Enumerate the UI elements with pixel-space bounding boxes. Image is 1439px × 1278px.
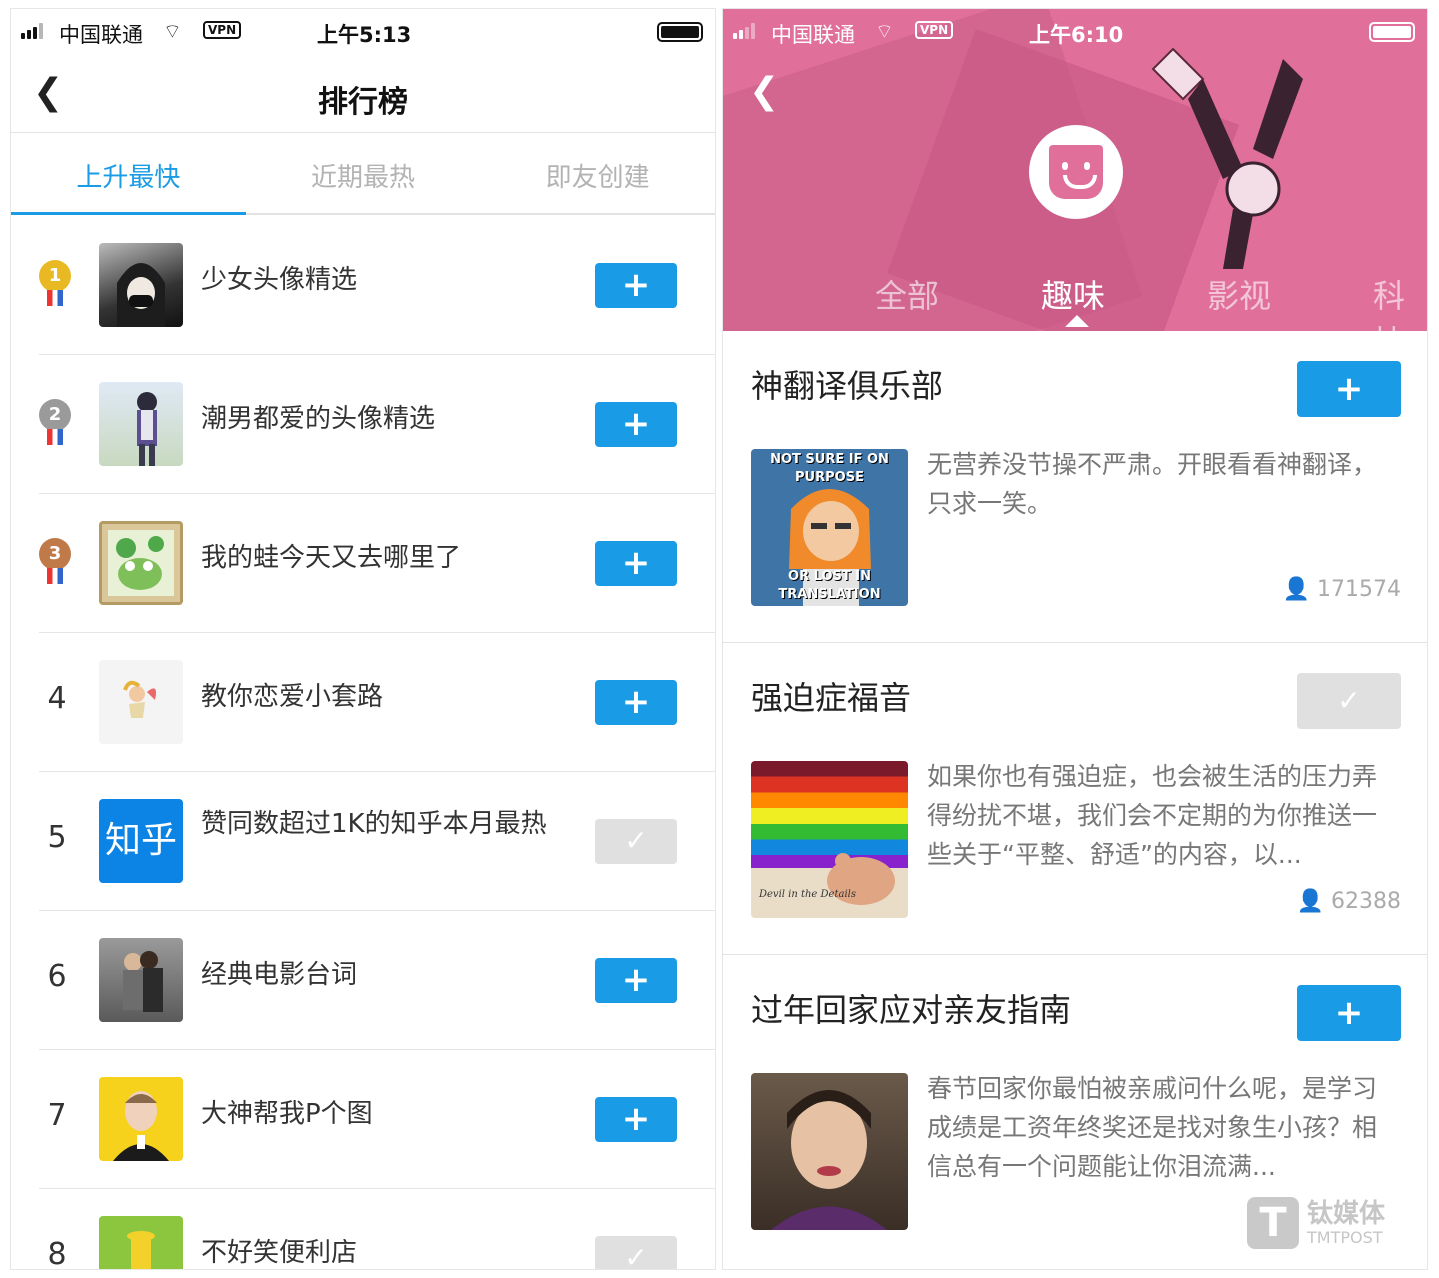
subscribe-button[interactable]: + [595,402,677,447]
subscribe-button[interactable]: + [1297,985,1401,1041]
carrier-label: 中国联通 [771,23,855,47]
vpn-badge: VPN [203,21,242,39]
subscribed-button[interactable]: ✓ [1297,673,1401,729]
watermark: T 钛媒体 TMTPOST [1247,1197,1385,1249]
list-item-title: 经典电影台词 [201,960,358,990]
clock: 上午6:10 [1029,23,1124,47]
avatar [99,382,183,466]
status-bar: 中国联通 ⌔ VPN 上午6:10 [723,9,1427,55]
nav-bar: ❮ 排行榜 [11,55,715,133]
tab-hot[interactable]: 近期最热 [246,133,481,213]
tab-all[interactable]: 全部 [875,271,939,317]
avatar: 知乎 [99,799,183,883]
rank-number: 5 [47,820,67,855]
club-title: 神翻译俱乐部 [751,367,944,405]
club-description: 如果你也有强迫症，也会被生活的压力弄得纷扰不堪，我们会不定期的为你推送一些关于“… [927,762,1378,869]
vpn-badge: VPN [915,21,954,39]
avatar [99,243,183,327]
avatar [99,1216,183,1269]
tab-tech[interactable]: 科技 [1373,271,1427,331]
tmtpost-logo-icon: T [1247,1197,1299,1249]
rank-number: 8 [47,1237,67,1270]
list-item[interactable]: 7 大神帮我P个图 + [39,1050,715,1189]
ranking-list: 1 少女头像精选 + 2 潮男都爱的头像精选 + 3 我的蛙今天又去哪里了 + … [11,216,715,1270]
subscribe-button[interactable]: + [595,680,677,725]
list-item-title: 我的蛙今天又去哪里了 [201,543,462,573]
status-bar: 中国联通 ⌔ VPN 上午5:13 [11,9,715,55]
subscribe-button[interactable]: + [595,958,677,1003]
subscribe-button[interactable]: + [595,1097,677,1142]
list-item[interactable]: 2 潮男都爱的头像精选 + [39,355,715,494]
silver-medal-icon: 2 [39,399,71,449]
list-item-title: 潮男都爱的头像精选 [201,404,436,434]
cover-caption: Devil in the Details [759,889,856,900]
tab-fun[interactable]: 趣味 [1041,271,1105,317]
subscribed-button[interactable]: ✓ [595,819,677,864]
list-item-title: 少女头像精选 [201,265,358,295]
rank-number: 7 [47,1098,67,1133]
smile-logo-icon [1029,125,1123,219]
active-tab-indicator [1065,315,1089,327]
subscribe-button[interactable]: + [595,541,677,586]
bronze-medal-icon: 3 [39,538,71,588]
subscribe-button[interactable]: + [1297,361,1401,417]
carrier-label: 中国联通 [59,23,143,47]
cover-caption-top: NOT SURE IF ON PURPOSE [770,452,889,485]
list-item-title: 大神帮我P个图 [201,1099,373,1129]
watermark-text: 钛媒体 [1307,1198,1386,1229]
club-title: 强迫症福音 [751,679,912,717]
rank-number: 6 [47,959,67,994]
club-card[interactable]: 神翻译俱乐部 + NOT SURE IF ON PURPOSE OR LOST … [723,331,1427,643]
avatar [99,660,183,744]
wifi-icon: ⌔ [875,19,894,43]
rank-number: 4 [47,681,67,716]
subscribed-button[interactable]: ✓ [595,1236,677,1269]
club-description: 春节回家你最怕被亲戚问什么呢，是学习成绩是工资年终奖还是找对象生小孩？相信总有一… [927,1074,1378,1181]
member-count: 👤 171574 [1283,577,1401,602]
gold-medal-icon: 1 [39,260,71,310]
tab-user-created[interactable]: 即友创建 [480,133,715,213]
tab-film[interactable]: 影视 [1207,271,1271,317]
member-count-value: 62388 [1331,889,1401,914]
ranking-screen: 中国联通 ⌔ VPN 上午5:13 ❮ 排行榜 上升最快 近期最热 即友创建 1… [10,8,716,1270]
list-item[interactable]: 5 知乎 赞同数超过1K的知乎本月最热 ✓ [39,772,715,911]
list-item-title: 不好笑便利店 [201,1238,358,1268]
battery-icon [1369,22,1415,42]
list-item[interactable]: 4 教你恋爱小套路 + [39,633,715,772]
club-title: 过年回家应对亲友指南 [751,991,1072,1029]
watermark-subtext: TMTPOST [1307,1227,1383,1247]
avatar [99,1077,183,1161]
signal-icon [21,23,43,39]
list-item[interactable]: 1 少女头像精选 + [39,216,715,355]
back-icon[interactable]: ❮ [749,71,779,112]
list-item[interactable]: 6 经典电影台词 + [39,911,715,1050]
tab-bar: 上升最快 近期最热 即友创建 [11,133,715,215]
header-illustration [1151,47,1303,269]
avatar [99,938,183,1022]
list-item[interactable]: 3 我的蛙今天又去哪里了 + [39,494,715,633]
user-icon: 👤 [1296,889,1324,914]
avatar [99,521,183,605]
signal-icon [733,23,755,39]
wifi-icon: ⌔ [163,19,182,43]
club-cover-image: Devil in the Details [751,761,908,918]
member-count-value: 171574 [1317,577,1401,602]
tab-rising[interactable]: 上升最快 [11,133,246,215]
list-item-title: 教你恋爱小套路 [201,682,384,712]
battery-icon [657,22,703,42]
member-count: 👤 62388 [1297,889,1401,914]
list-item-title: 赞同数超过1K的知乎本月最热 [201,809,547,839]
page-title: 排行榜 [318,85,408,120]
subscribe-button[interactable]: + [595,263,677,308]
cover-caption-bottom: OR LOST IN TRANSLATION [778,569,881,602]
club-description: 无营养没节操不严肃。开眼看看神翻译，只求一笑。 [927,450,1378,518]
clock: 上午5:13 [317,23,412,47]
club-cover-image [751,1073,908,1230]
user-icon: 👤 [1282,577,1311,602]
list-item[interactable]: 8 不好笑便利店 ✓ [39,1189,715,1270]
category-screen: 中国联通 ⌔ VPN 上午6:10 ❮ 全部 趣味 影视 科技 神翻译俱乐部 +… [722,8,1428,1270]
club-cover-image: NOT SURE IF ON PURPOSE OR LOST IN TRANSL… [751,449,908,606]
category-header: 中国联通 ⌔ VPN 上午6:10 ❮ 全部 趣味 影视 科技 [723,9,1427,331]
club-card[interactable]: 强迫症福音 ✓ Devil in the Details 如果你也有强迫症，也会… [723,643,1427,955]
